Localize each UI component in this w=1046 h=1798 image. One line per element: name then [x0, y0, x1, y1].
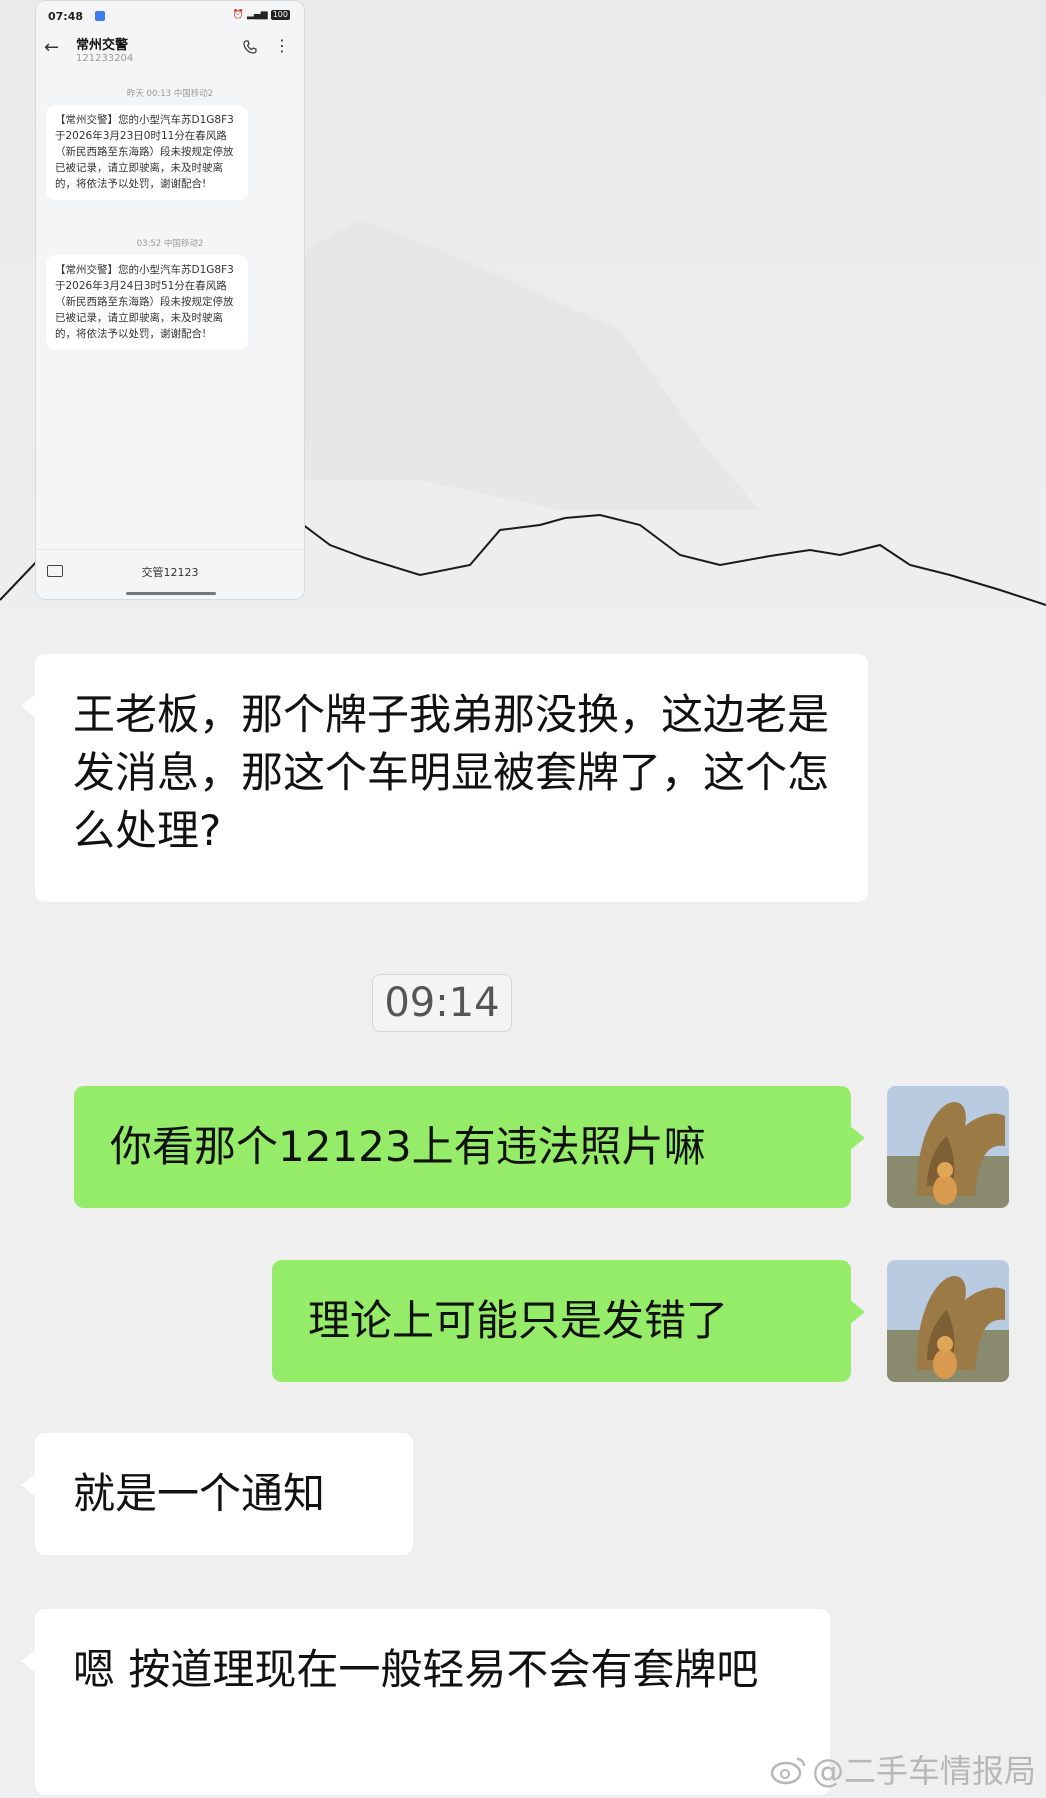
sms-message: 【常州交警】您的小型汽车苏D1G8F3于2026年3月23日0时11分在春风路（…	[46, 105, 248, 200]
watermark-text: @二手车情报局	[811, 1752, 1036, 1790]
avatar-image	[887, 1260, 1009, 1382]
signal-icon: ▂▄▆	[246, 10, 268, 20]
sms-input-label[interactable]: 交管12123	[36, 564, 304, 580]
contact-name: 常州交警	[76, 38, 129, 53]
battery-icon: 100	[270, 10, 290, 20]
sent-message[interactable]: 你看那个12123上有违法照片嘛	[74, 1086, 865, 1208]
phone-call-icon[interactable]	[242, 39, 258, 55]
received-message[interactable]: 嗯 按道理现在一般轻易不会有套牌吧	[21, 1609, 830, 1795]
bubble-tail	[850, 1300, 865, 1324]
sms-stamp: 昨天 00:13 中国移动2	[126, 89, 214, 99]
sms-message: 【常州交警】您的小型汽车苏D1G8F3于2026年3月24日3时51分在春风路（…	[46, 255, 248, 350]
avatar[interactable]	[887, 1260, 1009, 1382]
status-icons: ⏰ ▂▄▆ 100	[233, 10, 290, 20]
bubble-tail	[21, 694, 36, 718]
received-message[interactable]: 王老板，那个牌子我弟那没换，这边老是发消息，那这个车明显被套牌了，这个怎么处理?	[21, 654, 868, 902]
more-options-icon[interactable]: ⋮	[274, 38, 290, 54]
sent-message[interactable]: 理论上可能只是发错了	[272, 1260, 865, 1382]
sms-input-bar: 交管12123	[36, 549, 304, 599]
status-time: 07:48	[48, 10, 84, 23]
chat-timestamp: 09:14	[372, 974, 512, 1032]
home-indicator	[126, 592, 216, 595]
message-text: 理论上可能只是发错了	[308, 1296, 729, 1345]
embedded-sms-screenshot: 07:48 ⏰ ▂▄▆ 100 ← 常州交警 121233204 ⋮ 昨天 00…	[35, 0, 305, 600]
message-text: 嗯 按道理现在一般轻易不会有套牌吧	[73, 1645, 759, 1694]
sms-stamp: 03:52 中国移动2	[136, 239, 204, 249]
bubble-tail	[21, 1649, 36, 1673]
back-arrow-icon[interactable]: ←	[44, 37, 59, 58]
avatar-image	[887, 1086, 1009, 1208]
message-text: 就是一个通知	[73, 1469, 326, 1518]
message-text: 王老板，那个牌子我弟那没换，这边老是发消息，那这个车明显被套牌了，这个怎么处理?	[73, 690, 830, 855]
contact-number: 121233204	[76, 53, 134, 64]
message-text: 你看那个12123上有违法照片嘛	[110, 1122, 706, 1171]
watermark: @二手车情报局	[770, 1746, 1036, 1792]
sms-header: ← 常州交警 121233204 ⋮	[36, 29, 304, 73]
bubble-tail	[850, 1126, 865, 1150]
status-bar: 07:48 ⏰ ▂▄▆ 100	[36, 7, 304, 27]
avatar[interactable]	[887, 1086, 1009, 1208]
calendar-notification-icon	[95, 11, 105, 21]
weibo-logo-icon	[770, 1757, 806, 1785]
received-message[interactable]: 就是一个通知	[21, 1433, 413, 1555]
alarm-icon: ⏰	[232, 10, 244, 20]
bubble-tail	[21, 1473, 36, 1497]
